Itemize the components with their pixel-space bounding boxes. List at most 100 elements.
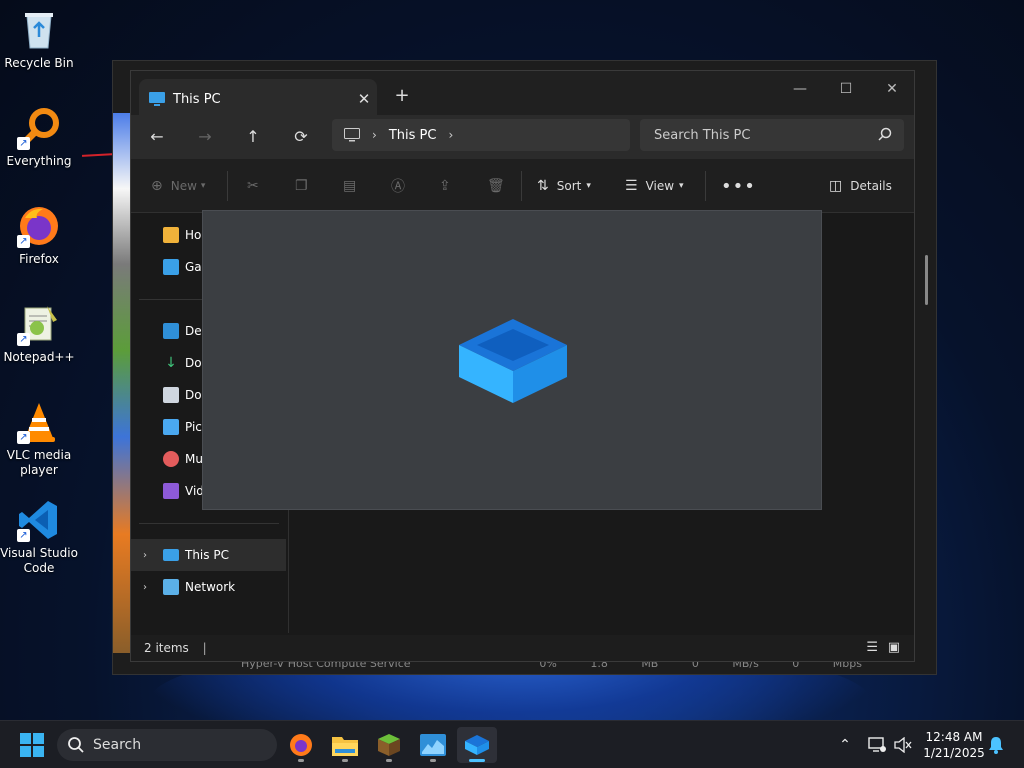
taskbar-firefox[interactable] — [281, 727, 321, 763]
new-button[interactable]: ⊕ New ▾ — [151, 175, 205, 197]
back-button[interactable]: ← — [141, 122, 173, 152]
task-manager-icon — [420, 734, 446, 756]
home-icon — [163, 227, 179, 243]
chevron-down-icon: ▾ — [200, 181, 206, 191]
minimize-button[interactable]: — — [777, 75, 823, 103]
divider — [521, 171, 522, 201]
app-box-logo-icon — [465, 735, 489, 755]
clock-date: 1/21/2025 — [923, 746, 985, 760]
view-button[interactable]: ☰ View ▾ — [625, 175, 684, 197]
network-icon — [163, 579, 179, 595]
forward-button[interactable]: → — [189, 122, 221, 152]
delete-button[interactable]: 🗑 — [487, 175, 513, 197]
taskbar-search[interactable]: Search — [57, 729, 277, 761]
details-view-icon[interactable]: ☰ — [866, 635, 878, 661]
paste-button[interactable]: ▤ — [343, 175, 364, 197]
volume-button[interactable] — [892, 721, 914, 768]
tab-label: This PC — [173, 91, 221, 107]
start-button[interactable] — [20, 733, 44, 757]
taskbar-task-manager[interactable] — [413, 727, 453, 763]
sidebar-item-label: Pic — [185, 420, 202, 434]
gallery-icon — [163, 259, 179, 275]
search-box[interactable]: Search This PC — [640, 119, 904, 151]
chevron-down-icon: ▾ — [679, 181, 684, 191]
chevron-right-icon[interactable]: › — [143, 582, 147, 593]
desktop-icon-label: Everything — [6, 154, 72, 168]
notifications-button[interactable] — [986, 721, 1006, 768]
search-placeholder: Search This PC — [654, 127, 751, 143]
videos-icon — [163, 483, 179, 499]
sidebar-item-this-pc[interactable]: › This PC — [131, 539, 286, 571]
maximize-button[interactable]: ☐ — [823, 75, 869, 103]
desktop-icon-firefox[interactable]: ↗ Firefox — [0, 204, 78, 267]
firefox-icon: ↗ — [17, 204, 61, 248]
refresh-button[interactable]: ⟳ — [285, 122, 317, 152]
up-button[interactable]: ↑ — [237, 122, 269, 152]
more-options-button[interactable]: ••• — [721, 175, 756, 197]
search-icon — [878, 127, 892, 141]
tab-this-pc[interactable]: This PC ✕ — [139, 79, 377, 119]
address-bar[interactable]: › This PC › — [332, 119, 630, 151]
divider — [139, 523, 279, 524]
breadcrumb-chevron-icon[interactable]: › — [372, 128, 377, 142]
desktop-icon-label: Recycle Bin — [4, 56, 74, 70]
close-tab-icon[interactable]: ✕ — [351, 90, 377, 108]
cut-button[interactable]: ✂ — [247, 175, 267, 197]
close-window-button[interactable]: ✕ — [869, 75, 915, 103]
show-hidden-icons-button[interactable]: ⌃ — [834, 721, 856, 768]
details-button[interactable]: ◫ Details — [829, 175, 892, 197]
taskbar-file-explorer[interactable] — [325, 727, 365, 763]
sidebar-item-network[interactable]: › Network — [131, 571, 286, 603]
scrollbar-thumb[interactable] — [925, 255, 928, 305]
desktop-icon-label: Visual Studio Code — [0, 546, 78, 575]
scissors-icon: ✂ — [247, 178, 259, 194]
sidebar-item-label: Mu — [185, 452, 203, 466]
share-icon: ⇪ — [439, 178, 451, 194]
new-tab-button[interactable]: + — [389, 83, 415, 109]
app-box-logo-icon — [459, 319, 567, 403]
sidebar-item-label: This PC — [185, 548, 229, 562]
clock-time: 12:48 AM — [925, 730, 983, 744]
taskbar-clock[interactable]: 12:48 AM 1/21/2025 — [918, 729, 990, 761]
everything-icon: ↗ — [17, 106, 61, 150]
sidebar-item-label: Network — [185, 580, 236, 594]
rename-button[interactable]: Ⓐ — [391, 175, 413, 197]
desktop-icon-vlc[interactable]: ↗ VLC media player — [0, 400, 78, 478]
desktop-icon-notepadpp[interactable]: ↗ Notepad++ — [0, 302, 78, 365]
sort-button[interactable]: ⇅ Sort ▾ — [537, 175, 591, 197]
vlc-cone-icon: ↗ — [17, 400, 61, 444]
desktop-icon-everything[interactable]: ↗ Everything — [0, 106, 78, 169]
navigation-bar: ← → ↑ ⟳ › This PC › Search This PC — [131, 115, 914, 159]
desktop-icon-recycle-bin[interactable]: Recycle Bin — [0, 8, 78, 71]
status-bar: 2 items | ☰ ▣ — [131, 635, 914, 661]
view-label: View — [645, 179, 675, 193]
plus-circle-icon: ⊕ — [151, 178, 163, 194]
title-bar[interactable]: This PC ✕ + — ☐ ✕ — [131, 71, 914, 119]
running-indicator — [342, 759, 348, 762]
network-status-button[interactable] — [866, 721, 888, 768]
copy-button[interactable]: ❐ — [295, 175, 316, 197]
bell-icon — [989, 737, 1003, 754]
share-button[interactable]: ⇪ — [439, 175, 459, 197]
monitor-icon — [149, 92, 165, 106]
copy-icon: ❐ — [295, 178, 308, 194]
sort-label: Sort — [556, 179, 582, 193]
taskbar-minecraft[interactable] — [369, 727, 409, 763]
music-icon — [163, 451, 179, 467]
trash-icon: 🗑 — [487, 178, 505, 194]
grass-block-icon — [378, 734, 400, 756]
desktop-icon-vscode[interactable]: ↗ Visual Studio Code — [0, 498, 78, 576]
chevron-right-icon[interactable]: › — [143, 550, 147, 561]
firefox-icon — [290, 734, 312, 756]
desktop-icon-label: Firefox — [19, 252, 59, 266]
taskbar-active-app[interactable] — [457, 727, 497, 763]
sort-icon: ⇅ — [537, 178, 549, 194]
network-monitor-icon — [868, 737, 886, 752]
taskbar: Search ⌃ 12:48 AM 1/21/2025 — [0, 720, 1024, 768]
status-divider: | — [202, 641, 207, 655]
breadcrumb-chevron-icon[interactable]: › — [448, 128, 453, 142]
document-icon — [163, 387, 179, 403]
breadcrumb-this-pc[interactable]: This PC — [389, 128, 437, 143]
desktop-folder-icon — [163, 323, 179, 339]
tiles-view-icon[interactable]: ▣ — [888, 635, 900, 661]
